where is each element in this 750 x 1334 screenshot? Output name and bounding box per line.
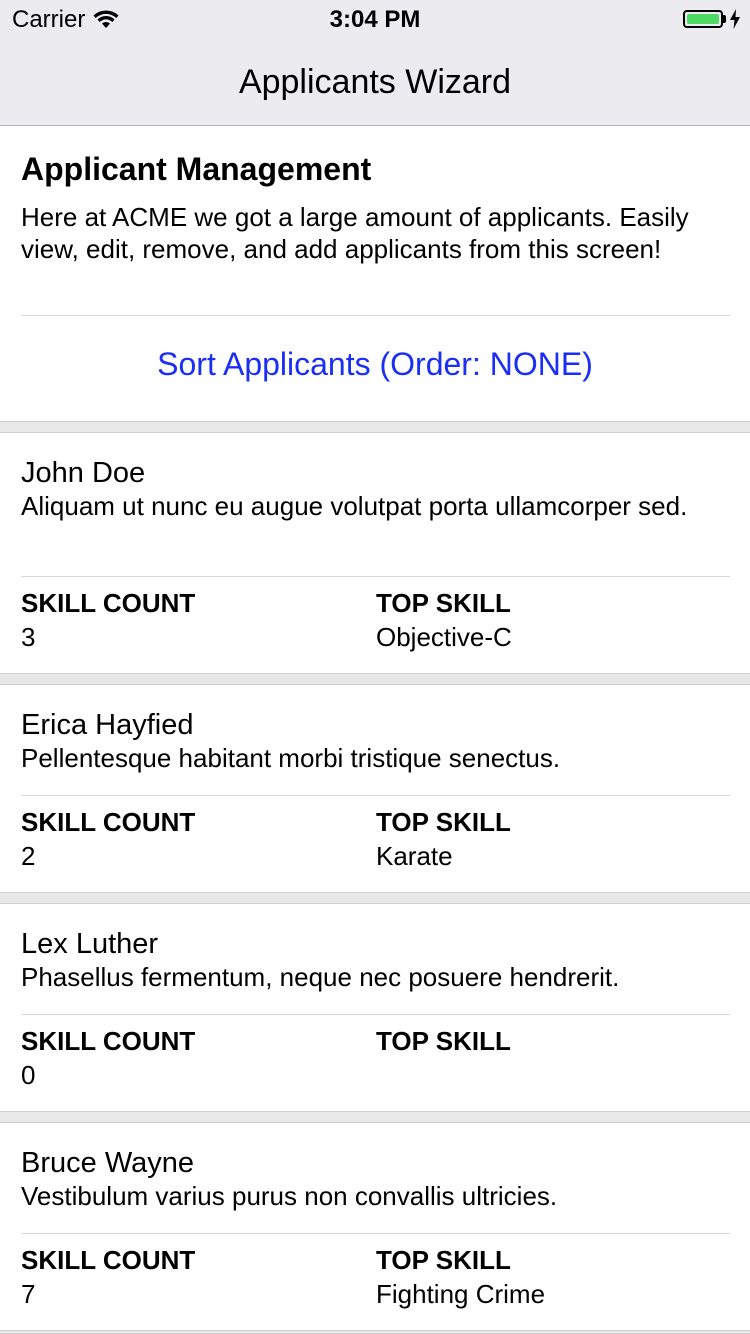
- applicant-card[interactable]: Erica Hayfied Pellentesque habitant morb…: [0, 685, 750, 892]
- divider: [21, 1233, 730, 1234]
- sort-applicants-button[interactable]: Sort Applicants (Order: NONE): [0, 342, 750, 386]
- applicant-description: Phasellus fermentum, neque nec posuere h…: [21, 962, 620, 992]
- applicant-card[interactable]: Lex Luther Phasellus fermentum, neque ne…: [0, 904, 750, 1111]
- nav-title: Applicants Wizard: [238, 63, 512, 101]
- battery-tip: [723, 15, 726, 23]
- divider: [21, 795, 730, 796]
- top-skill-label: TOP SKILL: [376, 1245, 511, 1275]
- status-bar: Carrier 3:04 PM: [0, 0, 750, 40]
- status-time: 3:04 PM: [329, 6, 421, 33]
- skill-count-value: 2: [21, 841, 36, 871]
- skill-count-value: 0: [21, 1060, 36, 1090]
- top-skill-value: Objective-C: [376, 622, 512, 652]
- applicant-card[interactable]: John Doe Aliquam ut nunc eu augue volutp…: [0, 433, 750, 673]
- applicant-card[interactable]: Bruce Wayne Vestibulum varius purus non …: [0, 1123, 750, 1330]
- skill-count-label: SKILL COUNT: [21, 1245, 196, 1275]
- skill-count-label: SKILL COUNT: [21, 1026, 196, 1056]
- top-skill-value: Karate: [376, 841, 453, 871]
- battery-level: [687, 14, 719, 24]
- charging-bolt-icon: [730, 9, 740, 29]
- skill-count-label: SKILL COUNT: [21, 588, 196, 618]
- top-skill-label: TOP SKILL: [376, 807, 511, 837]
- header-card: Applicant Management Here at ACME we got…: [0, 127, 750, 421]
- page-description: Here at ACME we got a large amount of ap…: [21, 202, 689, 264]
- skill-count-value: 3: [21, 622, 36, 652]
- applicant-description: Vestibulum varius purus non convallis ul…: [21, 1181, 558, 1211]
- section-separator: [0, 421, 750, 433]
- page-title: Applicant Management: [21, 151, 372, 187]
- divider: [21, 1014, 730, 1015]
- applicant-description: Pellentesque habitant morbi tristique se…: [21, 743, 561, 773]
- applicant-name: Bruce Wayne: [21, 1147, 194, 1179]
- section-separator: [0, 673, 750, 685]
- divider: [21, 576, 730, 577]
- skill-count-value: 7: [21, 1279, 36, 1309]
- applicant-description: Aliquam ut nunc eu augue volutpat porta …: [21, 491, 688, 521]
- top-skill-value: Fighting Crime: [376, 1279, 546, 1309]
- section-separator: [0, 892, 750, 904]
- section-separator: [0, 1111, 750, 1123]
- skill-count-label: SKILL COUNT: [21, 807, 196, 837]
- battery-icon: [683, 10, 723, 28]
- top-skill-label: TOP SKILL: [376, 1026, 511, 1056]
- section-separator: [0, 1330, 750, 1334]
- top-skill-label: TOP SKILL: [376, 588, 511, 618]
- applicant-name: Erica Hayfied: [21, 709, 194, 741]
- battery-indicator: [683, 9, 740, 29]
- divider: [21, 315, 730, 316]
- applicant-name: Lex Luther: [21, 928, 159, 960]
- navigation-bar: Applicants Wizard: [0, 40, 750, 126]
- applicant-name: John Doe: [21, 457, 146, 489]
